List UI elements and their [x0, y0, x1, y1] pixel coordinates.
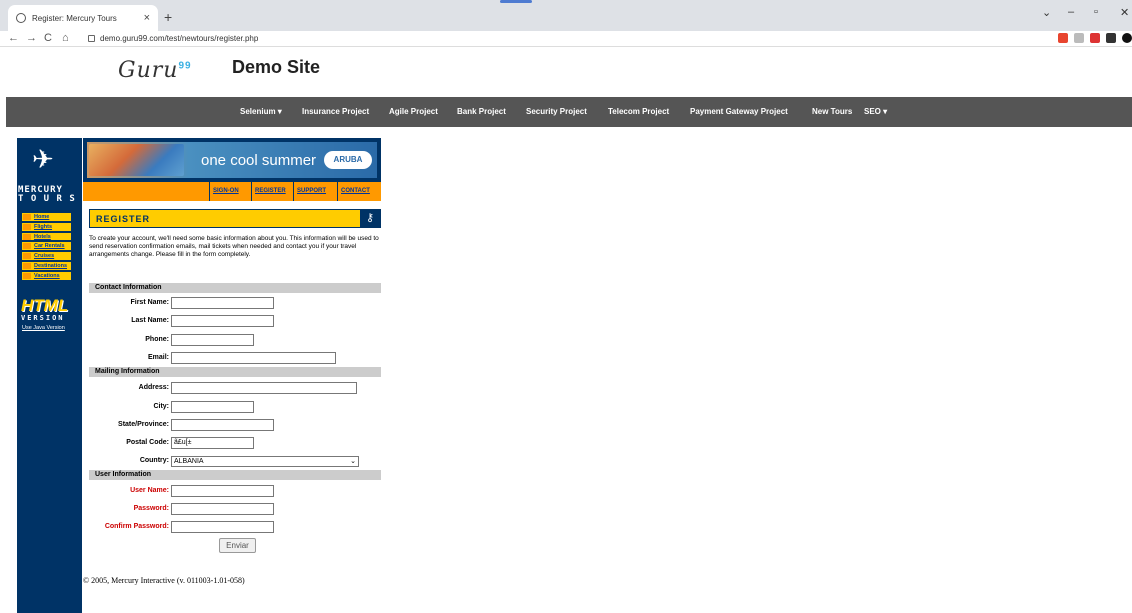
puzzle-icon[interactable]	[1106, 33, 1116, 43]
java-version-link[interactable]: Use Java Version	[22, 325, 65, 331]
password-label: Password:	[133, 505, 169, 512]
last-name-input[interactable]	[171, 315, 274, 327]
nav-link-flights[interactable]: Flights	[21, 221, 72, 232]
country-select[interactable]: ALBANIA ⌄	[171, 456, 359, 467]
phone-input[interactable]	[171, 334, 254, 346]
menu-item-agile[interactable]: Agile Project	[389, 107, 438, 116]
key-icon: ⚷	[360, 210, 380, 227]
url-input[interactable]: demo.guru99.com/test/newtours/register.p…	[86, 32, 1046, 46]
promo-banner[interactable]: one cool summer ARUBA	[83, 138, 381, 182]
contact-link[interactable]: CONTACT	[337, 182, 373, 201]
lock-icon	[88, 35, 95, 42]
country-label: Country:	[139, 457, 169, 464]
version-label: VERSION	[21, 314, 65, 322]
nav-link-destinations[interactable]: Destinations	[21, 260, 72, 271]
nav-link-hotels[interactable]: Hotels	[21, 231, 72, 242]
password-input[interactable]	[171, 503, 274, 515]
address-bar-row: ← → C ⌂ demo.guru99.com/test/newtours/re…	[0, 31, 1132, 47]
nav-link-cruises[interactable]: Cruises	[21, 251, 72, 261]
menu-item-selenium[interactable]: Selenium ▾	[240, 107, 282, 116]
address-input[interactable]	[171, 382, 357, 394]
nav-link-vacations[interactable]: Vacations	[21, 270, 72, 281]
globe-icon	[16, 13, 26, 23]
first-name-label: First Name:	[130, 299, 169, 306]
minimize-button[interactable]: –	[1068, 6, 1074, 18]
restore-button[interactable]: ▫	[1094, 6, 1098, 18]
intro-text: To create your account, we'll need some …	[89, 235, 379, 258]
email-label: Email:	[147, 354, 169, 361]
postal-code-label: Postal Code:	[126, 439, 169, 446]
country-selected-value: ALBANIA	[174, 458, 204, 465]
menu-item-bank[interactable]: Bank Project	[457, 107, 506, 116]
email-input[interactable]	[171, 352, 336, 364]
nav-link-home[interactable]: Home	[21, 212, 72, 222]
back-button[interactable]: ←	[8, 32, 19, 44]
phone-label: Phone:	[145, 336, 169, 343]
confirm-password-label: Confirm Password:	[104, 523, 169, 530]
postal-code-input[interactable]: ã£u[±	[171, 437, 254, 449]
menu-item-new-tours[interactable]: New Tours	[812, 107, 852, 116]
submit-button[interactable]: Enviar	[219, 538, 256, 553]
city-input[interactable]	[171, 401, 254, 413]
top-menu-bar: Selenium ▾ Insurance Project Agile Proje…	[6, 97, 1132, 127]
register-title: REGISTER	[96, 214, 151, 224]
address-label: Address:	[138, 384, 169, 391]
menu-item-insurance[interactable]: Insurance Project	[302, 107, 369, 116]
guru99-logo[interactable]: Guru99	[118, 58, 192, 83]
chevron-down-icon: ⌄	[350, 458, 356, 465]
aruba-logo: ARUBA	[324, 151, 372, 169]
username-label: User Name:	[130, 487, 169, 494]
city-label: City:	[153, 403, 169, 410]
close-window-button[interactable]: ✕	[1120, 6, 1129, 19]
state-input[interactable]	[171, 419, 274, 431]
username-input[interactable]	[171, 485, 274, 497]
extension-icon[interactable]	[1074, 33, 1084, 43]
banner-image	[89, 144, 184, 176]
page-title: Demo Site	[232, 57, 321, 77]
browser-tab[interactable]: Register: Mercury Tours ×	[8, 5, 158, 31]
new-tab-button[interactable]: +	[164, 9, 172, 25]
state-label: State/Province:	[118, 421, 169, 428]
tab-close-icon[interactable]: ×	[144, 12, 150, 24]
html-version-logo: HTML	[21, 296, 69, 315]
tab-indicator	[500, 0, 532, 3]
menu-item-security[interactable]: Security Project	[526, 107, 587, 116]
tab-search-icon[interactable]: ⌄	[1042, 6, 1051, 19]
forward-button[interactable]: →	[26, 32, 37, 44]
confirm-password-input[interactable]	[171, 521, 274, 533]
airplane-icon: ✈	[32, 144, 54, 174]
top-links-bar: SIGN-ON REGISTER SUPPORT CONTACT	[83, 182, 381, 201]
contact-section-header: Contact Information	[89, 283, 381, 293]
mercury-nav: Home Flights Hotels Car Rentals Cruises …	[21, 212, 72, 281]
extension-icon[interactable]	[1058, 33, 1068, 43]
user-section-header: User Information	[89, 470, 381, 480]
menu-item-payment-gateway[interactable]: Payment Gateway Project	[690, 107, 788, 116]
reload-button[interactable]: C	[44, 32, 52, 44]
extensions-bar	[1058, 33, 1132, 45]
support-link[interactable]: SUPPORT	[293, 182, 329, 201]
last-name-label: Last Name:	[131, 317, 169, 324]
url-text: demo.guru99.com/test/newtours/register.p…	[100, 34, 259, 43]
copyright-footer: © 2005, Mercury Interactive (v. 011003-1…	[83, 576, 245, 585]
first-name-input[interactable]	[171, 297, 274, 309]
banner-text: one cool summer	[201, 152, 317, 169]
home-button[interactable]: ⌂	[62, 32, 69, 44]
tab-title: Register: Mercury Tours	[32, 13, 117, 23]
extension-icon[interactable]	[1090, 33, 1100, 43]
browser-tab-bar: Register: Mercury Tours × + ⌄ – ▫ ✕	[0, 0, 1132, 31]
menu-item-telecom[interactable]: Telecom Project	[608, 107, 669, 116]
register-header: REGISTER ⚷	[89, 209, 381, 228]
menu-item-seo[interactable]: SEO ▾	[864, 107, 887, 116]
profile-avatar[interactable]	[1122, 33, 1132, 43]
mercury-sidebar: ✈ MERCURY T O U R S Home Flights Hotels C…	[17, 138, 82, 613]
register-link[interactable]: REGISTER	[251, 182, 289, 201]
nav-link-car-rentals[interactable]: Car Rentals	[21, 241, 72, 252]
sign-on-link[interactable]: SIGN-ON	[209, 182, 242, 201]
mailing-section-header: Mailing Information	[89, 367, 381, 377]
mercury-logo: ✈ MERCURY T O U R S	[18, 144, 76, 204]
